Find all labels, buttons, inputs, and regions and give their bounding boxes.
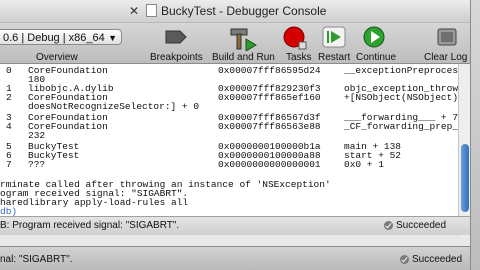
tasks-button[interactable] [283, 26, 309, 55]
bottom-bar: nal: "SIGABRT". Succeeded [0, 246, 470, 270]
stop-sign-icon [283, 26, 307, 50]
continue-icon [363, 26, 385, 48]
frame-symbol: +[NSObject(NSObject) [344, 92, 458, 103]
log-line: haredlibrary apply-load-rules all [0, 197, 189, 208]
frame-index: 2 [6, 92, 12, 103]
frame-address: 0x00007fff86563e88 [218, 121, 321, 132]
frame-index: 4 [6, 121, 12, 132]
frame-symbol: _CF_forwarding_prep_0 + [344, 121, 458, 132]
gdb-prompt[interactable]: db) [0, 207, 17, 216]
bottom-message: nal: "SIGABRT". [0, 254, 73, 265]
restart-icon [322, 26, 346, 48]
breakpoints-label: Breakpoints [150, 52, 203, 63]
frame-index: 7 [6, 159, 12, 170]
restart-label: Restart [318, 52, 351, 63]
tasks-label: Tasks [286, 52, 312, 63]
frame-library: 232 [28, 130, 46, 141]
frame-index: 0 [6, 65, 12, 76]
overview-label: Overview [36, 52, 78, 63]
frame-library: doesNotRecognizeSelector:] + 0 [28, 101, 200, 112]
breakpoint-icon [165, 30, 187, 44]
toolbar: 0.6 | Debug | x86_64 ▼ Overview Breakpoi… [0, 23, 470, 64]
window-title: BuckyTest - Debugger Console [146, 4, 326, 18]
document-icon [146, 4, 157, 17]
title-bar: ✕ BuckyTest - Debugger Console [0, 0, 470, 23]
window-title-text: BuckyTest - Debugger Console [161, 4, 327, 18]
build-and-run-label: Build and Run [212, 52, 275, 63]
console-output[interactable]: 0 CoreFoundation 0x00007fff86595d24 __ex… [0, 64, 458, 216]
hammer-icon [230, 28, 257, 52]
checkmark-icon [400, 255, 409, 264]
frame-symbol: __exceptionPreprocess + [344, 65, 458, 76]
frame-address: 0x00007fff865ef160 [218, 92, 321, 103]
frame-address: 0x00007fff86595d24 [218, 65, 321, 76]
close-icon[interactable]: ✕ [129, 4, 139, 18]
vertical-scrollbar[interactable] [458, 64, 470, 236]
frame-library: ??? [28, 159, 46, 170]
frame-address: 0x0000000000000001 [218, 159, 321, 170]
scheme-popup[interactable]: 0.6 | Debug | x86_64 ▼ [0, 29, 122, 45]
broom-icon [437, 28, 457, 46]
clear-log-button[interactable] [436, 27, 460, 54]
debugger-console-window: ✕ BuckyTest - Debugger Console 0.6 | Deb… [0, 0, 470, 270]
chevron-down-icon: ▼ [108, 33, 117, 43]
window-edge [470, 0, 480, 270]
frame-symbol: 0x0 + 1 [344, 159, 384, 170]
clear-log-label: Clear Log [424, 52, 468, 63]
bottom-succeeded: Succeeded [412, 254, 463, 265]
continue-label: Continue [356, 52, 397, 63]
continue-button[interactable] [362, 26, 388, 55]
scrollbar-thumb[interactable] [461, 144, 469, 212]
status-succeeded: Succeeded [396, 220, 447, 231]
status-message: B: Program received signal: "SIGABRT". [0, 220, 180, 231]
breakpoints-button[interactable] [164, 27, 188, 52]
status-bar: B: Program received signal: "SIGABRT". S… [0, 216, 470, 235]
scheme-value: 0.6 | Debug | x86_64 [3, 32, 105, 44]
restart-button[interactable] [322, 26, 348, 55]
checkmark-icon [384, 221, 393, 230]
